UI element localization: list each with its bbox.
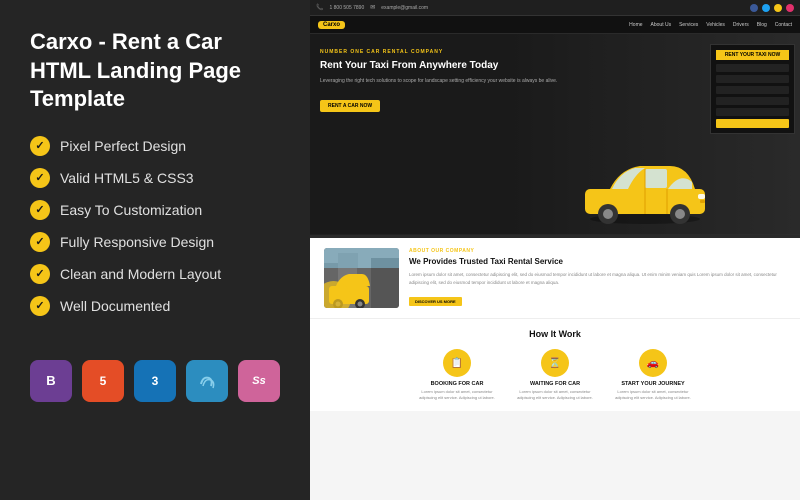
product-title: Carxo - Rent a Car HTML Landing Page Tem… — [30, 28, 280, 114]
check-icon — [30, 168, 50, 188]
form-field-dropoff — [716, 75, 789, 83]
form-title: RENT YOUR TAXI NOW — [716, 50, 789, 60]
sim-how-it-works: How It Work 📋 BOOKING FOR CAR Lorem ipsu… — [310, 319, 800, 411]
topbar-email: example@gmail.com — [381, 5, 428, 11]
list-item: Pixel Perfect Design — [30, 136, 280, 156]
step-3-text: Lorem ipsum dolor sit amet, consectetur … — [608, 389, 698, 401]
badge-jquery — [186, 360, 228, 402]
badge-css3: 3 — [134, 360, 176, 402]
feature-label: Easy To Customization — [60, 202, 202, 218]
step-3-title: START YOUR JOURNEY — [608, 381, 698, 387]
about-image — [324, 248, 399, 308]
nav-link: Drivers — [733, 22, 749, 28]
feature-label: Pixel Perfect Design — [60, 138, 186, 154]
list-item: Easy To Customization — [30, 200, 280, 220]
nav-link: Home — [629, 22, 642, 28]
feature-label: Valid HTML5 & CSS3 — [60, 170, 194, 186]
badge-sass: Ss — [238, 360, 280, 402]
sim-hero: Number One Car Rental Company Rent Your … — [310, 34, 800, 234]
feature-label: Well Documented — [60, 298, 170, 314]
step-3: 🚗 START YOUR JOURNEY Lorem ipsum dolor s… — [608, 349, 698, 401]
phone-icon: 📞 — [316, 4, 323, 11]
step-2: ⏳ WAITING FOR CAR Lorem ipsum dolor sit … — [510, 349, 600, 401]
step-3-icon: 🚗 — [639, 349, 667, 377]
preview-hero: 📞 1 800 505 7890 ✉ example@gmail.com Car… — [310, 0, 800, 235]
form-field-pickup — [716, 64, 789, 72]
sim-nav: Carxo Home About Us Services Vehicles Dr… — [310, 16, 800, 34]
form-field-type — [716, 108, 789, 116]
sim-about: ABOUT OUR COMPANY We Provides Trusted Ta… — [310, 238, 800, 319]
hero-cta: RENT A CAR NOW — [320, 100, 380, 112]
list-item: Clean and Modern Layout — [30, 264, 280, 284]
left-panel: Carxo - Rent a Car HTML Landing Page Tem… — [0, 0, 310, 500]
step-1-title: BOOKING FOR CAR — [412, 381, 502, 387]
about-tag: ABOUT OUR COMPANY — [409, 248, 786, 254]
list-item: Fully Responsive Design — [30, 232, 280, 252]
topbar-left: 📞 1 800 505 7890 ✉ example@gmail.com — [316, 4, 428, 11]
features-list: Pixel Perfect Design Valid HTML5 & CSS3 … — [30, 136, 280, 328]
form-field-time — [716, 97, 789, 105]
check-icon — [30, 200, 50, 220]
step-1: 📋 BOOKING FOR CAR Lorem ipsum dolor sit … — [412, 349, 502, 401]
preview-bottom: ABOUT OUR COMPANY We Provides Trusted Ta… — [310, 238, 800, 500]
nav-link: Blog — [757, 22, 767, 28]
check-icon — [30, 296, 50, 316]
nav-logo: Carxo — [318, 21, 345, 29]
about-title: We Provides Trusted Taxi Rental Service — [409, 257, 786, 267]
topbar-phone: 1 800 505 7890 — [329, 5, 364, 11]
form-submit — [716, 119, 789, 128]
step-2-title: WAITING FOR CAR — [510, 381, 600, 387]
step-1-icon: 📋 — [443, 349, 471, 377]
nav-link: Contact — [775, 22, 792, 28]
check-icon — [30, 136, 50, 156]
about-description: Lorem ipsum dolor sit amet, consectetur … — [409, 271, 786, 285]
sim-topbar: 📞 1 800 505 7890 ✉ example@gmail.com — [310, 0, 800, 16]
form-field-date — [716, 86, 789, 94]
about-text: ABOUT OUR COMPANY We Provides Trusted Ta… — [409, 248, 786, 308]
list-item: Well Documented — [30, 296, 280, 316]
check-icon — [30, 232, 50, 252]
email-icon: ✉ — [370, 4, 375, 11]
badge-html5: 5 — [82, 360, 124, 402]
right-panel: 📞 1 800 505 7890 ✉ example@gmail.com Car… — [310, 0, 800, 500]
feature-label: Clean and Modern Layout — [60, 266, 221, 282]
hiw-title: How It Work — [324, 329, 786, 339]
step-2-text: Lorem ipsum dolor sit amet, consectetur … — [510, 389, 600, 401]
nav-link: About Us — [651, 22, 672, 28]
hero-inner: 📞 1 800 505 7890 ✉ example@gmail.com Car… — [310, 0, 800, 235]
check-icon — [30, 264, 50, 284]
list-item: Valid HTML5 & CSS3 — [30, 168, 280, 188]
hero-car — [580, 154, 710, 224]
nav-link: Services — [679, 22, 698, 28]
tech-badges: B 5 3 Ss — [30, 360, 280, 402]
step-1-text: Lorem ipsum dolor sit amet, consectetur … — [412, 389, 502, 401]
about-cta: DISCOVER US MORE — [409, 297, 462, 306]
booking-form: RENT YOUR TAXI NOW — [710, 44, 795, 134]
hiw-steps: 📋 BOOKING FOR CAR Lorem ipsum dolor sit … — [324, 349, 786, 401]
step-2-icon: ⏳ — [541, 349, 569, 377]
feature-label: Fully Responsive Design — [60, 234, 214, 250]
nav-links: Home About Us Services Vehicles Drivers … — [629, 22, 792, 28]
nav-link: Vehicles — [706, 22, 725, 28]
badge-bootstrap: B — [30, 360, 72, 402]
